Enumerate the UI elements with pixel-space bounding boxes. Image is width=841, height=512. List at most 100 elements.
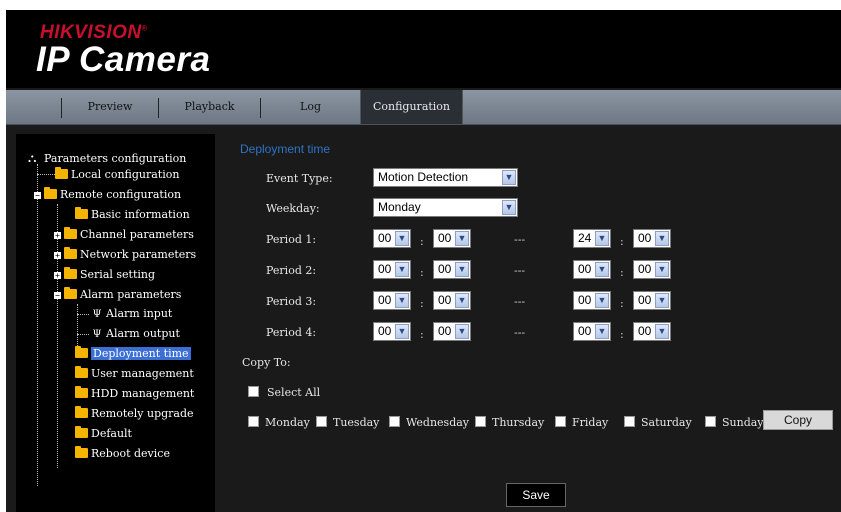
- tab-log[interactable]: Log: [261, 90, 360, 124]
- period-separator: ---: [514, 295, 526, 308]
- thursday-checkbox[interactable]: [475, 416, 486, 427]
- expand-icon[interactable]: +: [54, 232, 61, 240]
- tree-item-basic-information[interactable]: Basic information: [75, 207, 190, 223]
- event-type-select[interactable]: Motion Detection ▼: [373, 168, 518, 187]
- tuesday-checkbox[interactable]: [316, 416, 327, 427]
- period-1-start-hour[interactable]: 00 ▼: [373, 229, 411, 248]
- time-colon: :: [420, 235, 424, 248]
- sunday-checkbox[interactable]: [705, 416, 716, 427]
- main-content: Deployment time Event Type: Motion Detec…: [215, 134, 841, 512]
- select-all-label: Select All: [267, 386, 321, 399]
- tree-item-remote-configuration[interactable]: − Remote configuration: [34, 187, 181, 203]
- wednesday-checkbox[interactable]: [389, 416, 400, 427]
- hour-value: 00: [578, 293, 592, 307]
- tree-item-label: Parameters configuration: [44, 152, 187, 165]
- dropdown-arrow-icon: ▼: [502, 200, 516, 215]
- weekday-select[interactable]: Monday ▼: [373, 198, 518, 217]
- tree-item-reboot-device[interactable]: Reboot device: [75, 446, 170, 462]
- tab-configuration[interactable]: Configuration: [360, 90, 463, 124]
- tree-item-label: Alarm parameters: [80, 288, 182, 301]
- tab-playback[interactable]: Playback: [159, 90, 260, 124]
- minute-value: 00: [638, 262, 652, 276]
- tree-item-parameters-configuration[interactable]: ⛬ Parameters configuration: [28, 150, 186, 166]
- tree-item-alarm-output[interactable]: Ψ Alarm output: [92, 326, 180, 342]
- dropdown-arrow-icon: ▼: [655, 293, 669, 308]
- dropdown-arrow-icon: ▼: [595, 293, 609, 308]
- minute-value: 00: [438, 293, 452, 307]
- dropdown-arrow-icon: ▼: [395, 324, 409, 339]
- tree-item-alarm-input[interactable]: Ψ Alarm input: [92, 306, 173, 322]
- tree-item-channel-parameters[interactable]: + Channel parameters: [54, 227, 194, 243]
- hour-value: 00: [378, 293, 392, 307]
- period-1-end-hour[interactable]: 24 ▼: [573, 229, 611, 248]
- period-separator: ---: [514, 264, 526, 277]
- period-1-end-minute[interactable]: 00 ▼: [633, 229, 671, 248]
- hour-value: 00: [378, 324, 392, 338]
- folder-icon: [75, 207, 88, 219]
- friday-checkbox[interactable]: [555, 416, 566, 427]
- top-nav: Preview Playback Log Configuration: [6, 90, 841, 125]
- sidebar-tree: ⛬ Parameters configuration Local configur…: [16, 134, 215, 512]
- dropdown-arrow-icon: ▼: [395, 262, 409, 277]
- monday-checkbox[interactable]: [248, 416, 259, 427]
- tuesday-label: Tuesday: [333, 416, 380, 429]
- tree-item-hdd-management[interactable]: HDD management: [75, 386, 194, 402]
- tree-item-label: User management: [91, 367, 194, 380]
- period-2-start-minute[interactable]: 00 ▼: [433, 260, 471, 279]
- period-2-start-hour[interactable]: 00 ▼: [373, 260, 411, 279]
- tree-item-remotely-upgrade[interactable]: Remotely upgrade: [75, 406, 194, 422]
- dropdown-arrow-icon: ▼: [455, 324, 469, 339]
- period-4-start-hour[interactable]: 00 ▼: [373, 322, 411, 341]
- expand-icon[interactable]: +: [54, 272, 61, 280]
- tree-item-label: Alarm output: [106, 327, 180, 340]
- save-button[interactable]: Save: [506, 483, 566, 507]
- header: HIKVISION® IP Camera: [6, 10, 841, 88]
- expand-icon[interactable]: +: [54, 252, 61, 260]
- period-3-end-hour[interactable]: 00 ▼: [573, 291, 611, 310]
- antenna-icon: Ψ: [92, 309, 102, 320]
- minute-value: 00: [438, 231, 452, 245]
- period-3-end-minute[interactable]: 00 ▼: [633, 291, 671, 310]
- tree-item-deployment-time[interactable]: Deployment time: [75, 346, 191, 362]
- tree-item-alarm-parameters[interactable]: − Alarm parameters: [54, 287, 181, 303]
- folder-icon: [75, 346, 88, 358]
- saturday-label: Saturday: [641, 416, 692, 429]
- tab-preview[interactable]: Preview: [62, 90, 158, 124]
- period-4-end-hour[interactable]: 00 ▼: [573, 322, 611, 341]
- period-2-end-hour[interactable]: 00 ▼: [573, 260, 611, 279]
- dropdown-arrow-icon: ▼: [655, 262, 669, 277]
- saturday-checkbox[interactable]: [624, 416, 635, 427]
- folder-icon: [64, 247, 77, 259]
- tree-item-label: Remotely upgrade: [91, 407, 194, 420]
- tree-connector: [77, 334, 89, 335]
- collapse-icon[interactable]: −: [34, 192, 41, 200]
- copy-button[interactable]: Copy: [763, 410, 833, 430]
- collapse-icon[interactable]: −: [54, 292, 61, 300]
- dropdown-arrow-icon: ▼: [455, 231, 469, 246]
- period-1-start-minute[interactable]: 00 ▼: [433, 229, 471, 248]
- hour-value: 00: [578, 324, 592, 338]
- folder-icon: [75, 446, 88, 458]
- monday-label: Monday: [265, 416, 310, 429]
- period-2-end-minute[interactable]: 00 ▼: [633, 260, 671, 279]
- event-type-label: Event Type:: [266, 172, 333, 185]
- folder-icon: [55, 167, 68, 179]
- period-4-start-minute[interactable]: 00 ▼: [433, 322, 471, 341]
- period-3-start-hour[interactable]: 00 ▼: [373, 291, 411, 310]
- period-3-start-minute[interactable]: 00 ▼: [433, 291, 471, 310]
- tree-item-label: Network parameters: [80, 248, 197, 261]
- friday-label: Friday: [572, 416, 609, 429]
- tree-item-serial-setting[interactable]: + Serial setting: [54, 267, 155, 283]
- tree-item-label: Basic information: [91, 208, 190, 221]
- minute-value: 00: [638, 231, 652, 245]
- tree-item-label: Serial setting: [80, 268, 156, 281]
- time-colon: :: [420, 266, 424, 279]
- select-all-checkbox[interactable]: [248, 386, 259, 397]
- dropdown-arrow-icon: ▼: [502, 170, 516, 185]
- tree-connector: [37, 164, 38, 486]
- period-4-end-minute[interactable]: 00 ▼: [633, 322, 671, 341]
- tree-item-user-management[interactable]: User management: [75, 366, 194, 382]
- tree-item-default[interactable]: Default: [75, 426, 132, 442]
- tree-item-network-parameters[interactable]: + Network parameters: [54, 247, 196, 263]
- tree-item-local-configuration[interactable]: Local configuration: [55, 167, 179, 183]
